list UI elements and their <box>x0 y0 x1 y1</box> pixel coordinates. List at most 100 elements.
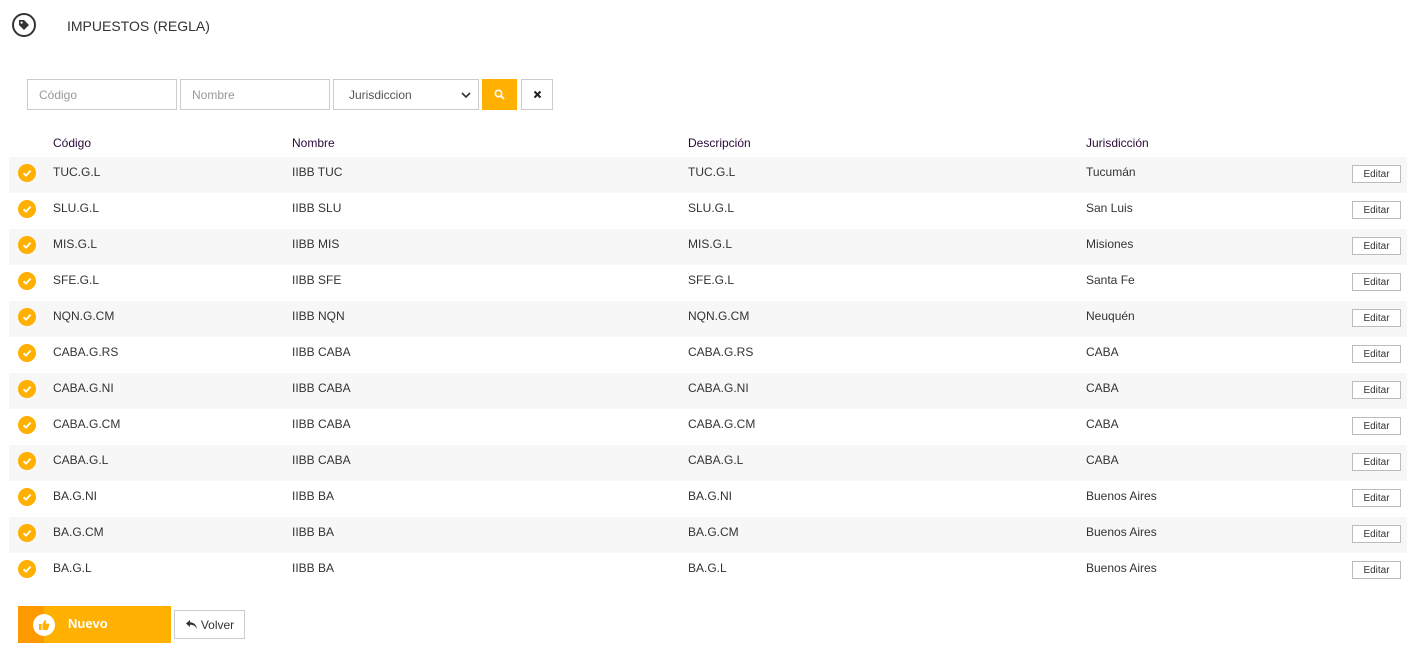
column-header-codigo: Código <box>53 136 92 150</box>
cell-jurisdiccion: Santa Fe <box>1086 273 1135 287</box>
cell-nombre: IIBB SLU <box>292 201 342 215</box>
check-circle-icon <box>18 308 36 326</box>
cell-jurisdiccion: Buenos Aires <box>1086 489 1157 503</box>
jurisdiccion-select[interactable]: Jurisdiccion <box>333 79 479 110</box>
cell-codigo: TUC.G.L <box>53 165 101 179</box>
cell-nombre: IIBB CABA <box>292 381 351 395</box>
edit-button[interactable]: Editar <box>1352 489 1401 507</box>
edit-button[interactable]: Editar <box>1352 165 1401 183</box>
cell-descripcion: CABA.G.L <box>688 453 744 467</box>
close-icon <box>533 90 541 99</box>
clear-filters-button[interactable] <box>521 79 553 110</box>
thumbs-up-icon <box>33 614 55 636</box>
table-row: CABA.G.NI IIBB CABA CABA.G.NI CABA Editar <box>9 373 1407 409</box>
cell-codigo: NQN.G.CM <box>53 309 115 323</box>
cell-nombre: IIBB BA <box>292 561 335 575</box>
cell-descripcion: BA.G.L <box>688 561 727 575</box>
cell-descripcion: CABA.G.CM <box>688 417 756 431</box>
cell-descripcion: SLU.G.L <box>688 201 735 215</box>
cell-jurisdiccion: San Luis <box>1086 201 1133 215</box>
cell-nombre: IIBB BA <box>292 489 335 503</box>
cell-jurisdiccion: Buenos Aires <box>1086 525 1157 539</box>
check-circle-icon <box>18 344 36 362</box>
cell-codigo: CABA.G.NI <box>53 381 114 395</box>
check-circle-icon <box>18 380 36 398</box>
filter-bar: Jurisdiccion <box>27 79 553 110</box>
check-circle-icon <box>18 164 36 182</box>
cell-jurisdiccion: CABA <box>1086 417 1119 431</box>
edit-button[interactable]: Editar <box>1352 201 1401 219</box>
codigo-filter-input[interactable] <box>27 79 177 110</box>
table-row: BA.G.L IIBB BA BA.G.L Buenos Aires Editar <box>9 553 1407 589</box>
page-title: IMPUESTOS (REGLA) <box>67 18 210 34</box>
cell-codigo: SFE.G.L <box>53 273 100 287</box>
tag-icon <box>12 13 36 37</box>
edit-button[interactable]: Editar <box>1352 525 1401 543</box>
table-row: NQN.G.CM IIBB NQN NQN.G.CM Neuquén Editar <box>9 301 1407 337</box>
table-row: TUC.G.L IIBB TUC TUC.G.L Tucumán Editar <box>9 157 1407 193</box>
cell-descripcion: MIS.G.L <box>688 237 733 251</box>
table-row: BA.G.CM IIBB BA BA.G.CM Buenos Aires Editar <box>9 517 1407 553</box>
nombre-filter-input[interactable] <box>180 79 330 110</box>
cell-codigo: MIS.G.L <box>53 237 98 251</box>
cell-codigo: CABA.G.L <box>53 453 109 467</box>
edit-button[interactable]: Editar <box>1352 273 1401 291</box>
cell-descripcion: CABA.G.RS <box>688 345 754 359</box>
cell-codigo: CABA.G.RS <box>53 345 119 359</box>
nuevo-button[interactable]: Nuevo <box>18 606 171 643</box>
edit-button[interactable]: Editar <box>1352 561 1401 579</box>
cell-jurisdiccion: Buenos Aires <box>1086 561 1157 575</box>
table-row: CABA.G.L IIBB CABA CABA.G.L CABA Editar <box>9 445 1407 481</box>
chevron-down-icon <box>461 92 471 99</box>
table-row: SFE.G.L IIBB SFE SFE.G.L Santa Fe Editar <box>9 265 1407 301</box>
cell-nombre: IIBB CABA <box>292 417 351 431</box>
cell-descripcion: NQN.G.CM <box>688 309 750 323</box>
check-circle-icon <box>18 200 36 218</box>
column-header-jurisdiccion: Jurisdicción <box>1086 136 1149 150</box>
column-header-descripcion: Descripción <box>688 136 751 150</box>
cell-descripcion: BA.G.NI <box>688 489 733 503</box>
jurisdiccion-select-value: Jurisdiccion <box>349 87 412 102</box>
check-circle-icon <box>18 416 36 434</box>
cell-codigo: BA.G.CM <box>53 525 104 539</box>
cell-descripcion: CABA.G.NI <box>688 381 749 395</box>
page-header: IMPUESTOS (REGLA) <box>12 11 210 39</box>
cell-nombre: IIBB CABA <box>292 345 351 359</box>
check-circle-icon <box>18 488 36 506</box>
column-header-nombre: Nombre <box>292 136 335 150</box>
table-row: CABA.G.RS IIBB CABA CABA.G.RS CABA Editar <box>9 337 1407 373</box>
cell-codigo: BA.G.NI <box>53 489 98 503</box>
cell-nombre: IIBB CABA <box>292 453 351 467</box>
cell-descripcion: SFE.G.L <box>688 273 735 287</box>
check-circle-icon <box>18 452 36 470</box>
table-row: CABA.G.CM IIBB CABA CABA.G.CM CABA Editar <box>9 409 1407 445</box>
cell-jurisdiccion: Neuquén <box>1086 309 1135 323</box>
table-row: BA.G.NI IIBB BA BA.G.NI Buenos Aires Editar <box>9 481 1407 517</box>
cell-jurisdiccion: Misiones <box>1086 237 1134 251</box>
tax-rules-table: TUC.G.L IIBB TUC TUC.G.L Tucumán Editar SLU.G… <box>9 157 1407 589</box>
cell-jurisdiccion: CABA <box>1086 345 1119 359</box>
cell-nombre: IIBB SFE <box>292 273 342 287</box>
table-row: SLU.G.L IIBB SLU SLU.G.L San Luis Editar <box>9 193 1407 229</box>
volver-button[interactable]: Volver <box>174 610 245 639</box>
edit-button[interactable]: Editar <box>1352 417 1401 435</box>
check-circle-icon <box>18 560 36 578</box>
cell-nombre: IIBB NQN <box>292 309 345 323</box>
reply-arrow-icon <box>185 620 197 629</box>
search-icon <box>494 89 505 100</box>
cell-nombre: IIBB TUC <box>292 165 343 179</box>
search-button[interactable] <box>482 79 517 110</box>
edit-button[interactable]: Editar <box>1352 381 1401 399</box>
edit-button[interactable]: Editar <box>1352 453 1401 471</box>
edit-button[interactable]: Editar <box>1352 237 1401 255</box>
cell-jurisdiccion: Tucumán <box>1086 165 1136 179</box>
cell-descripcion: BA.G.CM <box>688 525 739 539</box>
cell-jurisdiccion: CABA <box>1086 381 1119 395</box>
table-row: MIS.G.L IIBB MIS MIS.G.L Misiones Editar <box>9 229 1407 265</box>
cell-codigo: SLU.G.L <box>53 201 100 215</box>
cell-codigo: CABA.G.CM <box>53 417 121 431</box>
edit-button[interactable]: Editar <box>1352 345 1401 363</box>
cell-jurisdiccion: CABA <box>1086 453 1119 467</box>
volver-label: Volver <box>200 617 235 632</box>
edit-button[interactable]: Editar <box>1352 309 1401 327</box>
